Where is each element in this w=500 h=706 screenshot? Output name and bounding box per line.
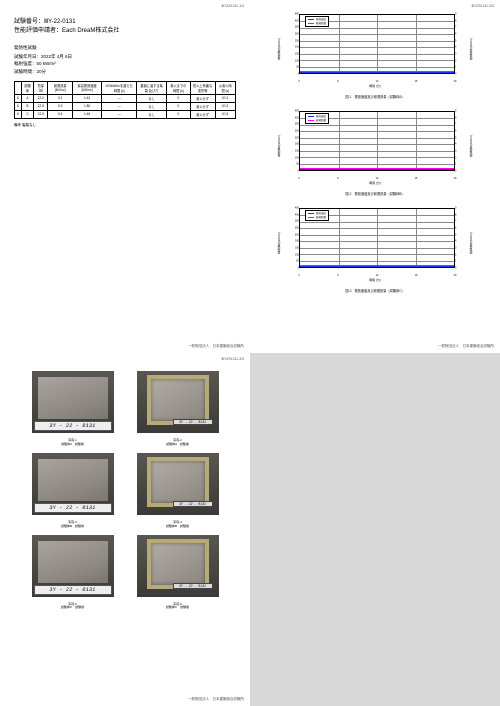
chart-legend: 発熱速度総発熱量 [305, 210, 329, 221]
chart: 0501001502002503003504004500123456789発熱速… [275, 204, 475, 282]
meta-duration: 試験時間：20分 [14, 68, 236, 75]
table-cell: 6 [15, 110, 22, 118]
report-page-2: ⅢY220131-2/3 050100150200250300350400450… [250, 0, 500, 353]
chart-caption: 図-2 発熱速度及び総発熱量（試験体B） [264, 191, 486, 196]
photo-cell: 3Y - 22 - 0131 写真-5試験体C 試験前 [28, 535, 117, 611]
applicant: 性能評価申請者：Each DreaM株式会社 [14, 27, 236, 36]
photo-caption: 写真-5試験体C 試験前 [28, 603, 117, 611]
table-cell: 着火せず [190, 102, 215, 110]
table-note: 備考 亀裂なし [14, 123, 236, 128]
test-heading: 発熱性試験 [14, 44, 236, 51]
table-header: 試験体 [21, 81, 33, 94]
chart: 0501001502002503003504004500123456789発熱速… [275, 107, 475, 185]
table-cell: — [102, 94, 137, 102]
table-cell: 0.9 [48, 102, 73, 110]
specimen-photo: 3Y - 22 - 0131 [32, 453, 114, 515]
page-number: ⅢY220131-2/3 [472, 4, 494, 8]
table-cell: 0 [166, 102, 190, 110]
photo-cell: 3Y - 22 - 0131 写真-3試験体B 試験前 [28, 453, 117, 529]
specimen-label: 3Y - 22 - 0131 [34, 503, 112, 513]
table-cell: — [102, 102, 137, 110]
table-cell: C [21, 110, 33, 118]
specimen-label: 3Y - 22 - 0131 [173, 419, 213, 425]
specimen-photo: 3Y - 22 - 0131 [137, 453, 219, 515]
table-cell: 22.5 [34, 110, 48, 118]
table-row: 6A22.00.11.42—なし0着火せずID:1 [15, 94, 236, 102]
page-number: ⅢY220131-3/3 [222, 357, 244, 361]
specimen-label: 3Y - 22 - 0131 [173, 583, 213, 589]
table-cell: なし [137, 110, 167, 118]
specimen-label: 3Y - 22 - 0131 [34, 585, 112, 595]
table-cell: ID:3 [215, 110, 235, 118]
table-header: 着火までの時間 [s] [166, 81, 190, 94]
report-page-1: ⅢY220131-1/3 試験番号：ⅢY-22-0131 性能評価申請者：Eac… [0, 0, 250, 353]
specimen-label: 3Y - 22 - 0131 [34, 421, 112, 431]
table-cell: 6 [15, 94, 22, 102]
photo-caption: 写真-1試験体A 試験前 [28, 439, 117, 447]
table-cell: 1.80 [73, 102, 102, 110]
table-header: 総発熱量 [MJ/m²] [48, 81, 73, 94]
table-cell: なし [137, 94, 167, 102]
table-cell: 0 [166, 110, 190, 118]
table-header: 最高発熱速度 [kW/m²] [73, 81, 102, 94]
meta-date: 試験年月日：2022年 4月 6日 [14, 53, 236, 60]
report-page-3: ⅢY220131-3/3 3Y - 22 - 0131写真-1試験体A 試験前3… [0, 353, 250, 706]
table-cell: A [21, 94, 33, 102]
specimen-label: 3Y - 22 - 0131 [173, 501, 213, 507]
report-meta: 発熱性試験 試験年月日：2022年 4月 6日 輻射強度：50 kW/m² 試験… [14, 44, 236, 75]
table-cell: 0.4 [48, 110, 73, 118]
report-title: 試験番号：ⅢY-22-0131 性能評価申請者：Each DreaM株式会社 [14, 18, 236, 36]
table-header: 炎着火時間 [s] [215, 81, 235, 94]
page-number: ⅢY220131-1/3 [222, 4, 244, 8]
table-cell: ID:1 [215, 94, 235, 102]
chart-caption: 図-3 発熱速度及び総発熱量（試験体C） [264, 288, 486, 293]
chart-caption: 図-1 発熱速度及び総発熱量（試験体A） [264, 94, 486, 99]
photo-caption: 写真-4試験体B 試験後 [133, 521, 222, 529]
page-footer: 一般財団法人 日本建築総合試験所 [438, 344, 494, 349]
photo-caption: 写真-6試験体C 試験後 [133, 603, 222, 611]
results-table: 試験体質量 [g]総発熱量 [MJ/m²]最高発熱速度 [kW/m²]200kW… [14, 81, 236, 119]
test-number: 試験番号：ⅢY-22-0131 [14, 18, 236, 27]
specimen-photo: 3Y - 22 - 0131 [137, 371, 219, 433]
chart-legend: 発熱速度総発熱量 [305, 113, 329, 124]
table-header [15, 81, 22, 94]
table-cell: ID:2 [215, 102, 235, 110]
table-cell: 22.5 [34, 102, 48, 110]
table-header: 200kW/m²を超えた時間 [s] [102, 81, 137, 94]
page-footer: 一般財団法人 日本建築総合試験所 [188, 697, 244, 702]
table-header: 防火上有害な変形等 [190, 81, 215, 94]
photo-cell: 3Y - 22 - 0131 写真-1試験体A 試験前 [28, 371, 117, 447]
table-cell: 0 [166, 94, 190, 102]
table-cell: 6 [15, 102, 22, 110]
specimen-photo: 3Y - 22 - 0131 [32, 371, 114, 433]
photo-caption: 写真-2試験体A 試験後 [133, 439, 222, 447]
table-row: 6B22.50.91.80—なし0着火せずID:2 [15, 102, 236, 110]
table-cell: 着火せず [190, 110, 215, 118]
table-header: 質量 [g] [34, 81, 48, 94]
table-cell: なし [137, 102, 167, 110]
table-cell: — [102, 110, 137, 118]
chart: 0501001502002503003504004500123456789発熱速… [275, 10, 475, 88]
meta-intensity: 輻射強度：50 kW/m² [14, 60, 236, 67]
table-cell: 22.0 [34, 94, 48, 102]
photo-cell: 3Y - 22 - 0131 写真-6試験体C 試験後 [133, 535, 222, 611]
photo-caption: 写真-3試験体B 試験前 [28, 521, 117, 529]
blank-area [250, 353, 500, 706]
specimen-photo: 3Y - 22 - 0131 [32, 535, 114, 597]
table-row: 6C22.50.41.46—なし0着火せずID:3 [15, 110, 236, 118]
chart-legend: 発熱速度総発熱量 [305, 16, 329, 27]
table-cell: 着火せず [190, 94, 215, 102]
table-cell: 0.1 [48, 94, 73, 102]
table-cell: B [21, 102, 33, 110]
table-cell: 1.42 [73, 94, 102, 102]
specimen-photo: 3Y - 22 - 0131 [137, 535, 219, 597]
photo-cell: 3Y - 22 - 0131 写真-2試験体A 試験後 [133, 371, 222, 447]
table-cell: 1.46 [73, 110, 102, 118]
page-footer: 一般財団法人 日本建築総合試験所 [188, 344, 244, 349]
photo-cell: 3Y - 22 - 0131 写真-4試験体B 試験後 [133, 453, 222, 529]
table-header: 裏面に達する亀裂 及び穴 [137, 81, 167, 94]
